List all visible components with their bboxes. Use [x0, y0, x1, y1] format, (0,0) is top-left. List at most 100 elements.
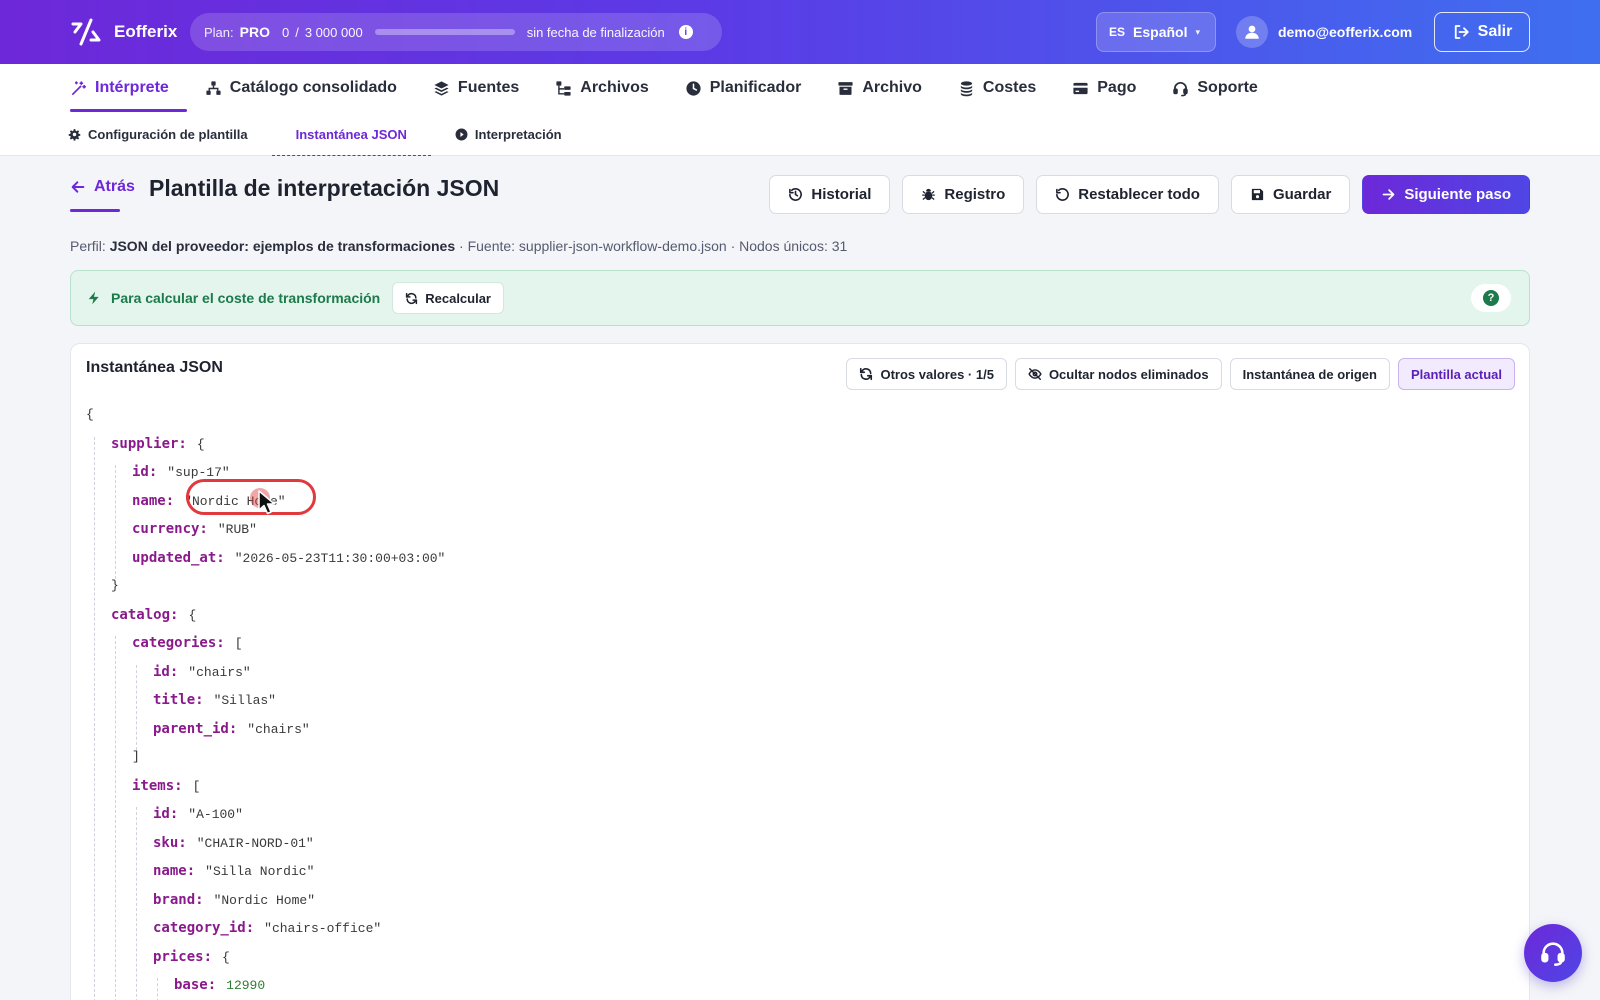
json-line[interactable]: category_id: "chairs-office"	[153, 917, 381, 939]
json-line[interactable]: items: [	[132, 775, 200, 797]
nav-item-planificador[interactable]: Planificador	[685, 64, 801, 112]
nav-item-costes[interactable]: Costes	[958, 64, 1036, 112]
log-button[interactable]: Registro	[902, 175, 1025, 214]
json-line[interactable]: catalog: {	[111, 604, 196, 626]
json-value[interactable]: 12990	[226, 978, 265, 993]
nav-item-fuentes[interactable]: Fuentes	[433, 64, 519, 112]
logout-button[interactable]: Salir	[1434, 12, 1530, 52]
json-line[interactable]: parent_id: "chairs"	[153, 718, 310, 740]
json-line[interactable]: id: "chairs"	[153, 661, 251, 683]
json-value[interactable]: [	[235, 636, 243, 651]
current-template-label: Plantilla actual	[1410, 366, 1502, 382]
headset-icon	[1173, 81, 1189, 96]
clock-icon	[686, 80, 701, 96]
json-value[interactable]: "chairs-office"	[264, 921, 381, 936]
back-link[interactable]: Atrás	[70, 178, 135, 196]
nav-item-catalogo[interactable]: Catálogo consolidado	[205, 64, 397, 112]
plan-usage: Plan: PRO 0 / 3 000 000 sin fecha de fin…	[190, 13, 722, 51]
json-value[interactable]: "chairs"	[188, 665, 250, 680]
subtab-configuracion-plantilla[interactable]: Configuración de plantilla	[68, 112, 272, 156]
history-label: Historial	[811, 186, 872, 203]
json-snapshot-panel: Instantánea JSON Otros valores · 1/5 Ocu…	[70, 343, 1530, 1000]
headset-icon	[1541, 942, 1565, 966]
language-selector[interactable]: ES Español ▾	[1096, 12, 1216, 52]
nav-item-pago[interactable]: Pago	[1072, 64, 1136, 112]
next-step-button[interactable]: Siguiente paso	[1362, 175, 1530, 214]
recalculate-label: Recalcular	[425, 290, 491, 306]
json-value[interactable]: "Silla Nordic"	[205, 864, 314, 879]
json-line[interactable]: {	[86, 404, 94, 426]
logout-label: Salir	[1477, 23, 1513, 40]
json-key: name:	[132, 492, 175, 509]
source-snapshot-button[interactable]: Instantánea de origen	[1229, 358, 1390, 390]
user-menu[interactable]: demo@eofferix.com	[1236, 16, 1412, 48]
json-value[interactable]: "CHAIR-NORD-01"	[197, 836, 314, 851]
json-line[interactable]: updated_at: "2026-05-23T11:30:00+03:00"	[132, 547, 445, 569]
back-underline	[70, 209, 120, 212]
profile-details: · Fuente: supplier-json-workflow-demo.js…	[455, 238, 848, 254]
json-value[interactable]: "Sillas"	[214, 693, 276, 708]
json-line[interactable]: currency: "RUB"	[132, 518, 257, 540]
json-value[interactable]: "2026-05-23T11:30:00+03:00"	[235, 551, 446, 566]
json-value[interactable]: "A-100"	[188, 807, 243, 822]
profile-name: JSON del proveedor: ejemplos de transfor…	[109, 238, 456, 254]
json-line[interactable]: prices: {	[153, 946, 230, 968]
history-button[interactable]: Historial	[769, 175, 891, 214]
info-icon[interactable]: i	[678, 25, 693, 39]
json-brace: ]	[132, 749, 140, 764]
json-line[interactable]: supplier: {	[111, 433, 205, 455]
cost-notice: Para calcular el coste de transformación…	[70, 270, 1530, 326]
main-navigation: Intérprete Catálogo consolidado Fuentes …	[0, 64, 1600, 156]
nav-item-archivo[interactable]: Archivo	[837, 64, 922, 112]
subtab-interpretacion[interactable]: Interpretación	[431, 112, 586, 156]
json-value[interactable]: "sup-17"	[167, 465, 229, 480]
other-values-button[interactable]: Otros valores · 1/5	[846, 358, 1007, 390]
reset-all-button[interactable]: Restablecer todo	[1036, 175, 1219, 214]
app-logo[interactable]: Eofferix	[70, 18, 177, 46]
json-value[interactable]: [	[193, 779, 201, 794]
json-line[interactable]: id: "A-100"	[153, 803, 243, 825]
json-value[interactable]: {	[197, 437, 205, 452]
json-value[interactable]: {	[188, 608, 196, 623]
json-key: sku:	[153, 834, 187, 851]
json-line[interactable]: title: "Sillas"	[153, 689, 276, 711]
support-chat-button[interactable]	[1524, 924, 1582, 982]
nav-item-archivos[interactable]: Archivos	[555, 64, 649, 112]
page-title: Plantilla de interpretación JSON	[149, 175, 500, 201]
indent-guide	[94, 436, 95, 1000]
json-key: catalog:	[111, 606, 179, 623]
user-email: demo@eofferix.com	[1278, 24, 1413, 40]
page-actions: Historial Registro Restablecer todo Guar…	[769, 175, 1530, 214]
subtab-instantanea-json[interactable]: Instantánea JSON	[271, 112, 432, 156]
json-line[interactable]: categories: [	[132, 632, 243, 654]
indent-guide	[157, 978, 158, 1000]
notice-text: Para calcular el coste de transformación	[111, 290, 381, 306]
profile-prefix: Perfil:	[70, 238, 106, 254]
nav-item-label: Costes	[982, 79, 1037, 96]
nav-item-soporte[interactable]: Soporte	[1172, 64, 1258, 112]
json-key: brand:	[153, 891, 204, 908]
json-line[interactable]: name: "Silla Nordic"	[153, 860, 314, 882]
nav-item-interprete[interactable]: Intérprete	[70, 64, 187, 112]
next-step-label: Siguiente paso	[1404, 186, 1511, 203]
play-circle-icon	[455, 128, 468, 140]
json-value[interactable]: "Nordic Home"	[214, 893, 315, 908]
app-name: Eofferix	[114, 22, 178, 41]
language-name: Español	[1133, 24, 1188, 40]
json-value[interactable]: "RUB"	[218, 522, 257, 537]
save-button[interactable]: Guardar	[1230, 175, 1351, 214]
question-icon: ?	[1483, 290, 1499, 306]
profile-info: Perfil: JSON del proveedor: ejemplos de …	[70, 238, 847, 254]
nav-item-label: Archivo	[862, 79, 922, 96]
hide-deleted-nodes-button[interactable]: Ocultar nodos eliminados	[1014, 358, 1222, 390]
json-value[interactable]: {	[222, 950, 230, 965]
recalculate-button[interactable]: Recalcular	[392, 282, 504, 314]
json-line[interactable]: sku: "CHAIR-NORD-01"	[153, 832, 314, 854]
help-button[interactable]: ?	[1471, 284, 1511, 312]
json-key: category_id:	[153, 920, 255, 936]
json-value[interactable]: "chairs"	[247, 722, 309, 737]
current-template-button[interactable]: Plantilla actual	[1397, 358, 1515, 390]
json-line[interactable]: base: 12990	[174, 974, 265, 996]
layers-icon	[434, 80, 449, 96]
json-line[interactable]: brand: "Nordic Home"	[153, 889, 315, 911]
